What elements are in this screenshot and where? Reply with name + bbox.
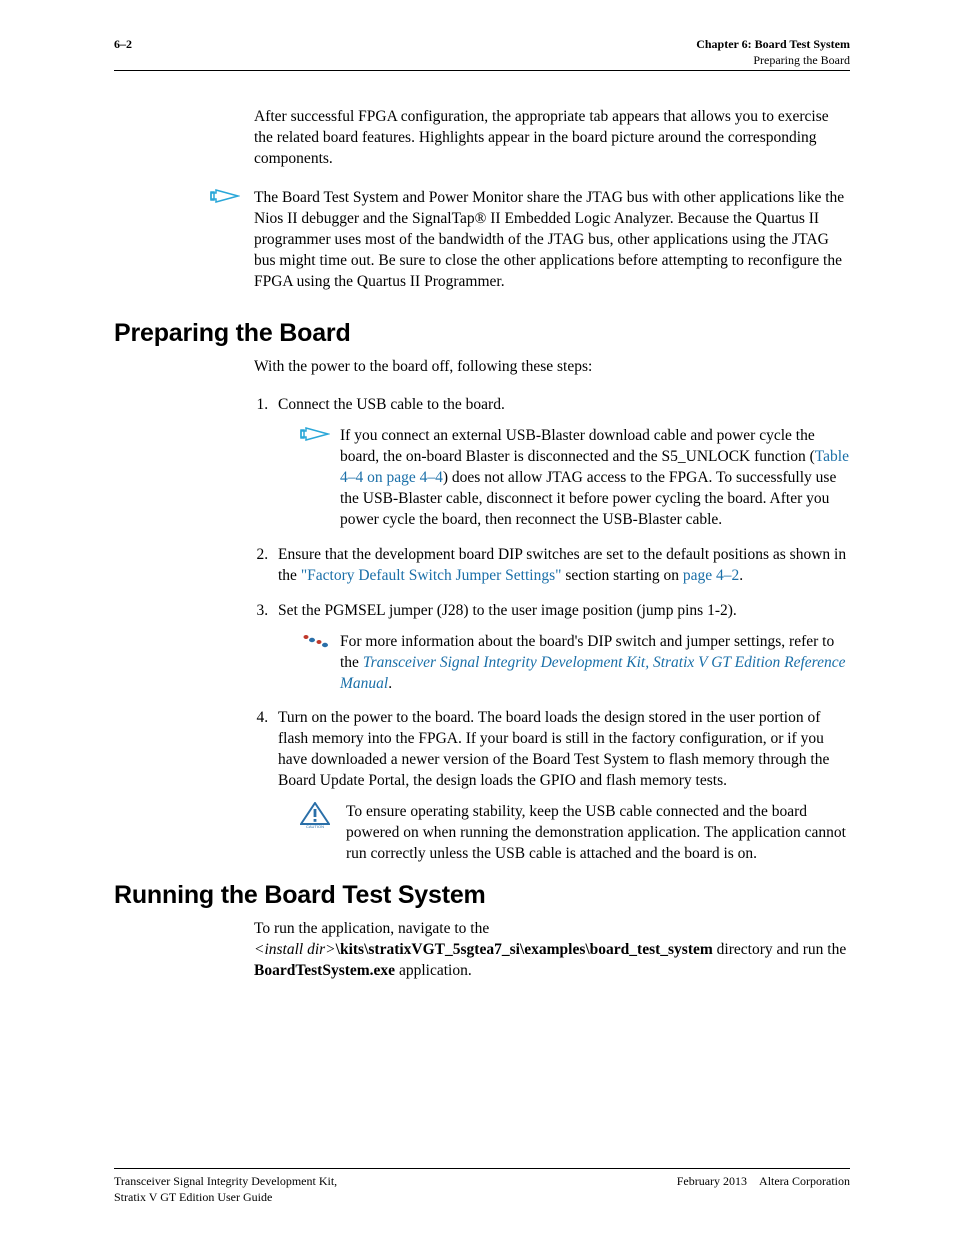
heading-preparing: Preparing the Board xyxy=(114,317,850,351)
path-text: \kits\stratixVGT_5sgtea7_si\examples\boa… xyxy=(336,941,713,958)
chapter-title: Chapter 6: Board Test System xyxy=(696,36,850,52)
footer-left: Transceiver Signal Integrity Development… xyxy=(114,1173,337,1205)
page: 6–2 Chapter 6: Board Test System Prepari… xyxy=(0,0,954,1235)
install-dir: <install dir> xyxy=(254,941,336,958)
note-block: The Board Test System and Power Monitor … xyxy=(114,188,850,293)
running-b: directory and run the xyxy=(713,941,846,958)
step-3-text: Set the PGMSEL jumper (J28) to the user … xyxy=(278,602,737,619)
note-text: The Board Test System and Power Monitor … xyxy=(254,188,850,293)
header-rule xyxy=(114,70,850,71)
running-c: application. xyxy=(395,962,472,979)
running-a: To run the application, navigate to the xyxy=(254,920,489,937)
footer-left-l1: Transceiver Signal Integrity Development… xyxy=(114,1174,337,1188)
step-3-note-b: . xyxy=(388,675,392,692)
caution-note: CAUTION To ensure operating stability, k… xyxy=(300,802,850,865)
header-right: Chapter 6: Board Test System Preparing t… xyxy=(696,36,850,68)
footsteps-icon xyxy=(300,637,330,654)
step-4-text: Turn on the power to the board. The boar… xyxy=(278,709,829,789)
pointing-hand-icon xyxy=(300,431,330,448)
caution-icon: CAUTION xyxy=(300,815,330,832)
footer-right: February 2013 Altera Corporation xyxy=(677,1173,850,1205)
preparing-lead: With the power to the board off, followi… xyxy=(254,357,850,378)
intro-paragraph: After successful FPGA configuration, the… xyxy=(254,107,850,170)
pointing-hand-icon xyxy=(210,188,240,293)
step-3-note: For more information about the board's D… xyxy=(300,632,850,695)
step-1: Connect the USB cable to the board. If y… xyxy=(272,395,850,531)
step-2: Ensure that the development board DIP sw… xyxy=(272,545,850,587)
caution-text: To ensure operating stability, keep the … xyxy=(346,802,850,865)
heading-running: Running the Board Test System xyxy=(114,879,850,913)
running-paragraph: To run the application, navigate to the … xyxy=(254,919,850,982)
step-2-b: section starting on xyxy=(561,567,682,584)
page-footer: Transceiver Signal Integrity Development… xyxy=(114,1168,850,1205)
link-page-4-2[interactable]: page 4–2 xyxy=(683,567,739,584)
footer-left-l2: Stratix V GT Edition User Guide xyxy=(114,1190,272,1204)
link-factory-default[interactable]: "Factory Default Switch Jumper Settings" xyxy=(301,567,562,584)
step-3: Set the PGMSEL jumper (J28) to the user … xyxy=(272,601,850,695)
step-2-c: . xyxy=(739,567,743,584)
steps-list: Connect the USB cable to the board. If y… xyxy=(272,395,850,865)
svg-text:CAUTION: CAUTION xyxy=(306,824,324,828)
link-reference-manual[interactable]: Transceiver Signal Integrity Development… xyxy=(340,654,846,692)
exe-name: BoardTestSystem.exe xyxy=(254,962,395,979)
step-1-text: Connect the USB cable to the board. xyxy=(278,396,505,413)
step-4: Turn on the power to the board. The boar… xyxy=(272,708,850,864)
page-number: 6–2 xyxy=(114,36,132,68)
page-header: 6–2 Chapter 6: Board Test System Prepari… xyxy=(114,36,850,68)
step-1-note-a: If you connect an external USB-Blaster d… xyxy=(340,427,815,465)
section-label: Preparing the Board xyxy=(696,52,850,68)
step-1-note: If you connect an external USB-Blaster d… xyxy=(300,426,850,531)
